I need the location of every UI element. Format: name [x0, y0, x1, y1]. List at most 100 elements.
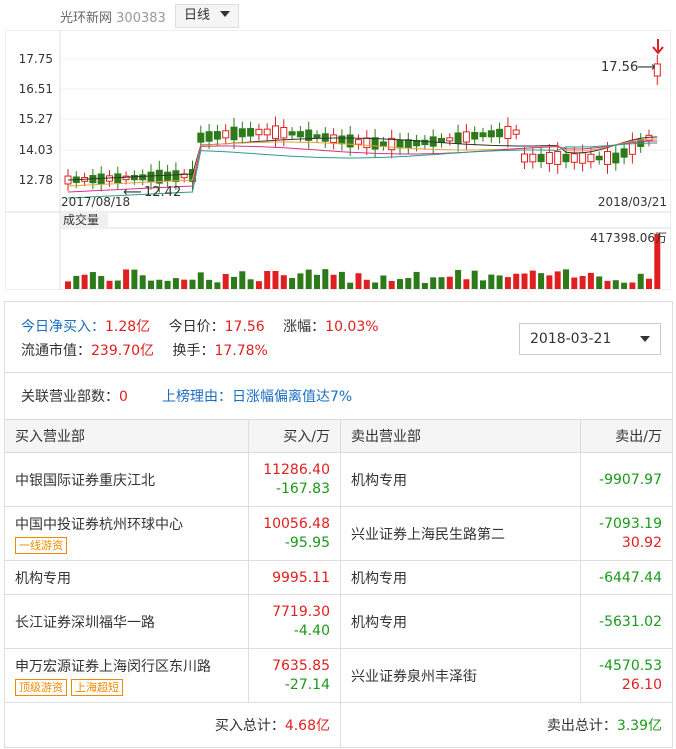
volume-bar — [538, 273, 545, 289]
volume-bar — [612, 280, 619, 289]
volume-bar — [148, 280, 154, 289]
candle — [545, 152, 553, 164]
candle — [379, 141, 387, 147]
top-bar: 光环新网 300383 日线 — [0, 0, 676, 30]
candle — [288, 131, 296, 136]
sell-dept-name[interactable]: 兴业证券上海民生路第二 — [351, 524, 570, 544]
dept-tag[interactable]: 一线游资 — [15, 536, 67, 554]
volume-bar — [546, 275, 553, 289]
related-label: 关联营业部数： — [21, 389, 119, 405]
volume-bar — [181, 279, 188, 289]
sell-dept-name[interactable]: 机构专用 — [351, 612, 570, 632]
candle — [462, 131, 470, 143]
volume-bar — [98, 276, 105, 289]
buy-dept-name[interactable]: 长江证券深圳福华一路 — [15, 612, 238, 632]
related-count: 关联营业部数：0 — [21, 386, 128, 406]
buy-dept-name[interactable]: 机构专用 — [15, 568, 238, 588]
candle — [230, 126, 238, 141]
volume-bar — [297, 273, 304, 289]
sell-amount: -6447.44 — [599, 569, 662, 586]
candle — [330, 134, 338, 143]
volume-bar — [397, 279, 403, 289]
summary-panel: 今日净买入：1.28亿 今日价：17.56 涨幅：10.03% 流通市值：239… — [4, 301, 673, 373]
buy-dept-cell: 中银国际证券重庆江北 — [3, 452, 250, 507]
header-buy-dept: 买入营业部 — [3, 419, 250, 453]
high-price-label: 17.56 — [601, 60, 638, 75]
volume-bar — [604, 280, 611, 289]
table-row: 中银国际证券重庆江北 11286.40 -167.83 机构专用 -9907.97 — [3, 452, 673, 507]
candle — [263, 128, 271, 136]
volume-bar — [430, 277, 437, 289]
buy-total-label: 买入总计： — [214, 718, 285, 734]
volume-bar — [496, 275, 503, 289]
end-date-label: 2018/03/21 — [598, 195, 667, 209]
change-value: 10.03% — [325, 319, 379, 335]
header-sell-amt: 卖出/万 — [580, 419, 673, 453]
price-tick-label: 14.03 — [19, 143, 53, 157]
date-dropdown[interactable]: 2018-03-21 — [519, 323, 661, 355]
volume-bar — [189, 279, 196, 289]
sell-dept-name[interactable]: 兴业证券泉州丰泽街 — [351, 666, 570, 686]
candle — [313, 134, 321, 139]
sell-amount: -4570.53 — [599, 658, 662, 674]
volume-bar — [513, 273, 520, 289]
volume-bar — [521, 273, 528, 289]
sell-amount: -7093.19 — [599, 516, 662, 532]
candle — [620, 148, 628, 158]
candle — [529, 153, 537, 163]
turnover-value: 17.78% — [214, 343, 268, 359]
candle — [562, 153, 570, 163]
buy-dept-name[interactable]: 中国中投证券杭州环球中心 — [15, 514, 238, 534]
volume-bar — [156, 279, 163, 289]
candle — [355, 139, 362, 145]
volume-bar — [305, 269, 312, 289]
sell-amount: -9907.97 — [599, 471, 662, 488]
sell-amount-secondary: -167.83 — [275, 481, 330, 497]
volume-bar — [355, 273, 362, 289]
volume-bar — [629, 282, 636, 289]
stock-code: 300383 — [116, 11, 166, 26]
buy-dept-cell: 中国中投证券杭州环球中心 一线游资 — [3, 506, 250, 561]
volume-bar — [347, 282, 354, 289]
buy-amount: 7719.30 — [272, 604, 330, 620]
volume-bar — [571, 277, 578, 289]
buy-amount: 7635.85 — [272, 658, 330, 674]
volume-bar — [405, 278, 412, 289]
buy-amount-cell: 7635.85 -27.14 — [248, 648, 341, 703]
info-row-1: 今日净买入：1.28亿 今日价：17.56 涨幅：10.03% — [21, 316, 379, 336]
candle — [496, 128, 504, 138]
kline-svg: 17.75 16.51 15.27 14.03 12.78 2017/08/18 201… — [4, 29, 672, 291]
volume-bar — [529, 270, 536, 289]
volume-bar — [579, 275, 586, 289]
price-label: 今日价： — [168, 319, 225, 335]
sell-dept-cell: 机构专用 — [339, 594, 582, 649]
volume-bar — [330, 274, 337, 289]
dept-tag[interactable]: 上海超短 — [71, 678, 123, 696]
candle — [570, 153, 578, 163]
volume-bar — [73, 275, 80, 289]
volume-bar — [280, 275, 287, 289]
candle — [172, 170, 180, 182]
header-buy-amt: 买入/万 — [248, 419, 341, 453]
sell-amount-cell: -9907.97 — [580, 452, 673, 507]
period-dropdown[interactable]: 日线 — [175, 4, 239, 28]
turnover-label: 换手： — [172, 343, 215, 359]
info-row-2: 流通市值：239.70亿 换手：17.78% — [21, 340, 268, 360]
candle — [205, 131, 213, 142]
candle — [512, 129, 520, 135]
price-tick-label: 17.75 — [19, 52, 53, 66]
volume-bar — [106, 280, 113, 289]
buy-dept-cell: 长江证券深圳福华一路 — [3, 594, 250, 649]
volume-bar — [206, 279, 213, 289]
buy-total-value: 4.68亿 — [284, 718, 330, 734]
change-label: 涨幅： — [283, 319, 326, 335]
volume-bar — [380, 275, 387, 289]
sell-dept-name[interactable]: 机构专用 — [351, 568, 570, 588]
buy-dept-name[interactable]: 申万宏源证券上海闵行区东川路 — [15, 656, 238, 676]
dept-tag[interactable]: 顶级游资 — [15, 678, 67, 696]
sell-amount-secondary: -95.95 — [284, 535, 330, 551]
volume-bar — [264, 270, 271, 289]
sell-dept-name[interactable]: 机构专用 — [351, 470, 570, 490]
related-value: 0 — [119, 389, 128, 405]
buy-dept-name[interactable]: 中银国际证券重庆江北 — [15, 470, 238, 490]
